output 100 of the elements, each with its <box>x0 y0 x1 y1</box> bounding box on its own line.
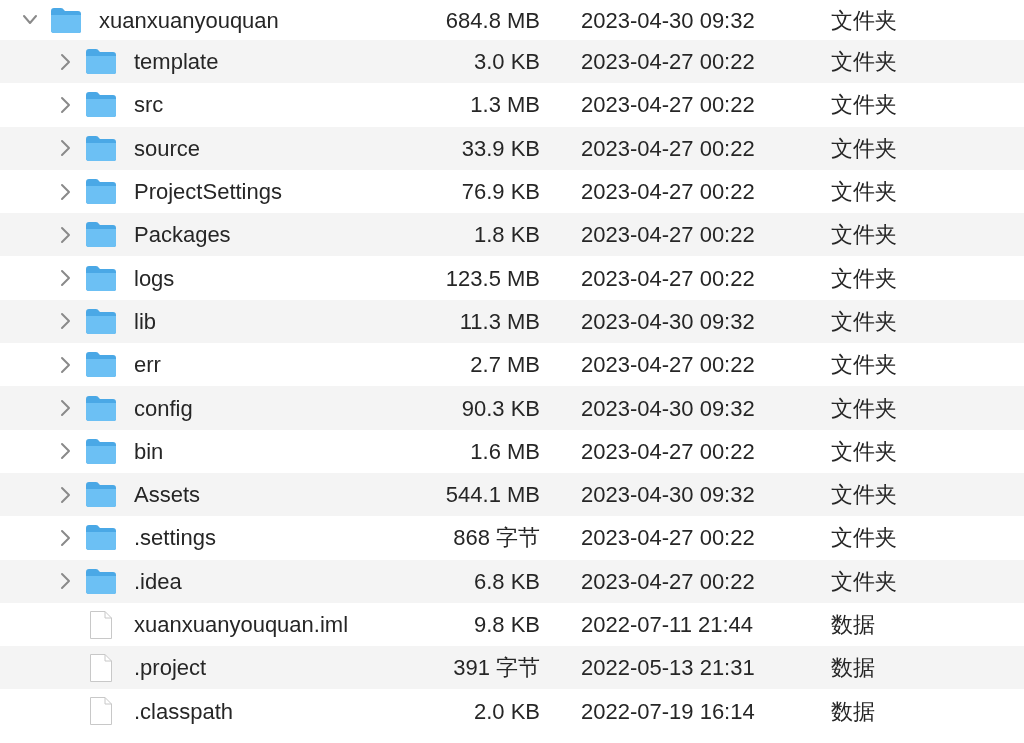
modified-date: 2023-04-30 09:32 <box>581 481 756 510</box>
file-size: 33.9 KB <box>460 134 540 163</box>
file-type: 文件夹 <box>831 264 897 293</box>
file-name: logs <box>134 264 175 293</box>
folder-icon <box>85 264 117 292</box>
file-row[interactable]: .project 391 字节 2022-05-13 21:31 数据 <box>0 646 1024 690</box>
file-name: xuanxuanyouquan.iml <box>134 611 349 639</box>
folder-icon <box>50 6 82 34</box>
file-icon <box>89 652 113 683</box>
file-size: 391 字节 <box>452 654 540 683</box>
file-row[interactable]: template 3.0 KB 2023-04-27 00:22 文件夹 <box>0 40 1024 84</box>
chevron-icon[interactable] <box>58 527 72 548</box>
file-size: 90.3 KB <box>460 394 540 423</box>
chevron-icon[interactable] <box>58 138 72 159</box>
file-size: 684.8 MB <box>444 6 540 35</box>
file-size: 11.3 MB <box>458 307 540 336</box>
file-row[interactable]: Assets 544.1 MB 2023-04-30 09:32 文件夹 <box>0 472 1024 517</box>
chevron-icon[interactable] <box>58 51 72 72</box>
chevron-icon[interactable] <box>58 181 72 202</box>
modified-date: 2023-04-27 00:22 <box>581 524 756 553</box>
file-size: 1.3 MB <box>469 91 540 120</box>
file-row[interactable]: source 33.9 KB 2023-04-27 00:22 文件夹 <box>0 126 1024 170</box>
file-type: 文件夹 <box>831 524 897 553</box>
file-icon <box>89 609 113 640</box>
file-name: template <box>134 48 219 77</box>
modified-date: 2023-04-30 09:32 <box>581 394 756 423</box>
folder-icon <box>85 394 117 422</box>
file-size: 76.9 KB <box>460 178 540 207</box>
file-name: bin <box>134 437 164 466</box>
chevron-icon[interactable] <box>58 354 72 375</box>
file-name: Assets <box>134 481 201 510</box>
file-name: lib <box>134 307 156 336</box>
file-name: .idea <box>134 567 182 596</box>
file-name: err <box>134 351 161 380</box>
file-name: config <box>134 394 193 423</box>
modified-date: 2023-04-27 00:22 <box>581 351 756 380</box>
file-name: src <box>134 91 164 120</box>
modified-date: 2023-04-27 00:22 <box>581 264 756 293</box>
file-type: 文件夹 <box>831 567 897 596</box>
modified-date: 2023-04-27 00:22 <box>581 221 756 250</box>
file-size: 6.8 KB <box>472 567 540 596</box>
file-name: .project <box>134 654 207 683</box>
chevron-icon[interactable] <box>58 571 72 592</box>
file-type: 文件夹 <box>831 91 897 120</box>
modified-date: 2023-04-27 00:22 <box>581 91 756 120</box>
file-size: 2.0 KB <box>472 697 540 726</box>
file-type: 文件夹 <box>831 178 897 207</box>
folder-icon <box>85 437 117 465</box>
file-size: 868 字节 <box>452 524 540 553</box>
file-size: 2.7 MB <box>469 351 540 380</box>
file-type: 文件夹 <box>831 221 897 250</box>
modified-date: 2023-04-30 09:32 <box>581 307 756 336</box>
modified-date: 2023-04-30 09:32 <box>581 6 756 35</box>
chevron-icon[interactable] <box>58 311 72 332</box>
folder-icon <box>85 178 117 206</box>
modified-date: 2022-05-13 21:31 <box>581 654 756 683</box>
modified-date: 2023-04-27 00:22 <box>581 134 756 163</box>
file-name: ProjectSettings <box>134 178 282 207</box>
file-name: .classpath <box>134 697 234 726</box>
folder-icon <box>85 351 117 379</box>
file-row[interactable]: config 90.3 KB 2023-04-30 09:32 文件夹 <box>0 386 1024 430</box>
file-type: 文件夹 <box>831 48 897 77</box>
chevron-icon[interactable] <box>58 94 72 115</box>
chevron-icon[interactable] <box>58 224 72 245</box>
file-type: 文件夹 <box>831 481 897 510</box>
file-name: Packages <box>134 221 231 250</box>
modified-date: 2023-04-27 00:22 <box>581 437 756 466</box>
file-name: .settings <box>134 524 216 553</box>
modified-date: 2023-04-27 00:22 <box>581 567 756 596</box>
file-name: xuanxuanyouquan <box>99 6 279 35</box>
file-row[interactable]: lib 11.3 MB 2023-04-30 09:32 文件夹 <box>0 299 1024 344</box>
file-type: 文件夹 <box>831 307 897 336</box>
modified-date: 2022-07-11 21:44 <box>581 611 755 639</box>
folder-icon <box>85 134 117 162</box>
file-type: 文件夹 <box>831 437 897 466</box>
chevron-icon[interactable] <box>58 398 72 418</box>
folder-icon <box>85 481 117 509</box>
file-type: 文件夹 <box>831 394 897 423</box>
folder-icon <box>85 48 117 76</box>
file-size: 544.1 MB <box>444 481 540 510</box>
modified-date: 2023-04-27 00:22 <box>581 48 756 77</box>
chevron-icon[interactable] <box>58 484 72 505</box>
file-size: 1.6 MB <box>469 437 540 466</box>
file-size: 9.8 KB <box>472 611 540 639</box>
chevron-icon[interactable] <box>58 441 72 462</box>
file-type: 数据 <box>831 611 875 639</box>
file-icon <box>89 696 113 727</box>
modified-date: 2022-07-19 16:14 <box>581 697 756 726</box>
chevron-icon[interactable] <box>58 268 72 289</box>
file-size: 1.8 KB <box>472 221 540 250</box>
file-size: 3.0 KB <box>472 48 540 77</box>
folder-icon <box>85 524 117 552</box>
file-row[interactable]: .idea 6.8 KB 2023-04-27 00:22 文件夹 <box>0 559 1024 603</box>
folder-icon <box>85 91 117 119</box>
file-type: 文件夹 <box>831 6 897 35</box>
folder-icon <box>85 221 117 249</box>
file-size: 123.5 MB <box>444 264 540 293</box>
file-row[interactable]: Packages 1.8 KB 2023-04-27 00:22 文件夹 <box>0 213 1024 257</box>
file-type: 数据 <box>831 697 875 726</box>
folder-icon <box>85 567 117 595</box>
